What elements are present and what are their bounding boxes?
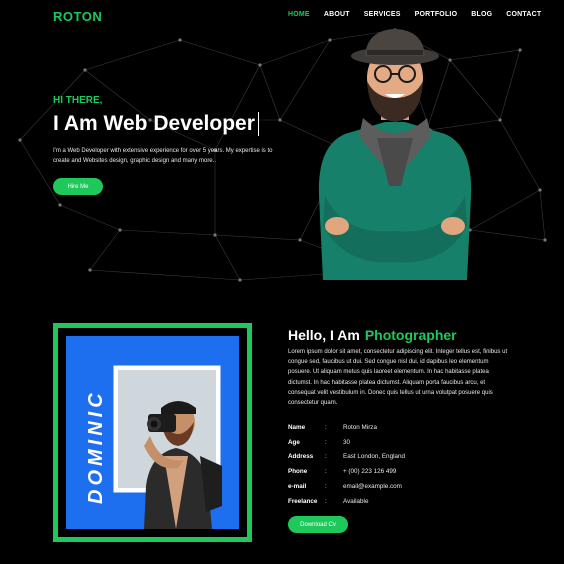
info-label: Age xyxy=(288,438,300,446)
hero-title-text: I Am Web Developer xyxy=(53,112,255,135)
network-line xyxy=(259,64,281,121)
info-colon: : xyxy=(325,438,327,446)
network-node xyxy=(278,118,282,122)
about-heading: Hello, I Am Photographer xyxy=(288,327,457,343)
network-line xyxy=(499,49,521,121)
main-nav: HOME ABOUT SERVICES PORTFOLIO BLOG CONTA… xyxy=(288,11,555,18)
network-line xyxy=(539,189,546,241)
info-value: + (00) 223 126 499 xyxy=(343,468,397,476)
network-node xyxy=(543,238,547,242)
info-table: Name: Roton Mirza Age: 30 Address: East Lon… xyxy=(288,420,405,509)
about-photo-frame: DOMINIC xyxy=(53,323,252,542)
info-row-email: e-mail: email@example.com xyxy=(288,479,405,494)
about-paragraph: Lorem ipsum dolor sit amet, consectetur … xyxy=(288,349,508,407)
info-value: 30 xyxy=(343,438,351,446)
info-label: Name xyxy=(288,423,306,431)
network-node xyxy=(88,268,92,272)
network-node xyxy=(83,68,87,72)
network-line xyxy=(179,39,261,66)
info-row-age: Age: 30 xyxy=(288,435,405,450)
network-line xyxy=(89,229,121,271)
about-heading-prefix: Hello, I Am xyxy=(288,327,360,343)
info-value: Available xyxy=(343,497,369,505)
network-line xyxy=(119,229,216,236)
hire-me-button[interactable]: Hire Me xyxy=(53,178,103,195)
info-value: email@example.com xyxy=(343,483,402,491)
network-node xyxy=(498,118,502,122)
nav-item-contact[interactable]: CONTACT xyxy=(506,11,541,18)
hero-kicker: HI THERE, xyxy=(53,95,103,106)
network-node xyxy=(178,38,182,42)
network-node xyxy=(518,48,522,52)
info-colon: : xyxy=(325,483,327,491)
info-row-phone: Phone: + (00) 223 126 499 xyxy=(288,464,405,479)
site-logo[interactable]: ROTON xyxy=(53,9,102,24)
network-node xyxy=(298,238,302,242)
info-value: Roton Mirza xyxy=(343,423,377,431)
network-line xyxy=(214,64,261,151)
nav-item-home[interactable]: HOME xyxy=(288,11,310,18)
network-line xyxy=(214,234,241,281)
network-line xyxy=(84,39,181,71)
photographer-image: DOMINIC xyxy=(85,365,222,529)
network-line xyxy=(59,204,121,231)
info-colon: : xyxy=(325,468,327,476)
download-cv-button[interactable]: Download Cv xyxy=(288,516,348,533)
network-node xyxy=(213,233,217,237)
photo-caption-dominic: DOMINIC xyxy=(85,389,107,504)
network-node xyxy=(538,188,542,192)
network-line xyxy=(214,234,301,241)
info-colon: : xyxy=(325,423,327,431)
info-row-name: Name: Roton Mirza xyxy=(288,420,405,435)
network-node xyxy=(118,228,122,232)
info-row-freelance: Freelance: Available xyxy=(288,494,405,509)
network-node xyxy=(238,278,242,282)
info-label: Freelance xyxy=(288,497,318,505)
about-heading-accent: Photographer xyxy=(364,327,457,343)
network-node xyxy=(58,203,62,207)
typing-caret xyxy=(257,112,259,137)
info-value: East London, England xyxy=(343,453,405,461)
network-node xyxy=(18,138,22,142)
nav-item-blog[interactable]: BLOG xyxy=(471,11,492,18)
nav-item-services[interactable]: SERVICES xyxy=(364,11,401,18)
info-label: Phone xyxy=(288,468,308,476)
info-colon: : xyxy=(325,497,327,505)
hero-person-image xyxy=(318,29,472,280)
nav-item-about[interactable]: ABOUT xyxy=(324,11,350,18)
network-line xyxy=(89,269,241,281)
info-row-address: Address: East London, England xyxy=(288,450,405,465)
about-photo: DOMINIC xyxy=(66,336,239,529)
hero-description: I'm a Web Developer with extensive exper… xyxy=(53,148,273,164)
info-colon: : xyxy=(325,453,327,461)
hero-title: I Am Web Developer xyxy=(53,112,259,137)
info-label: Address xyxy=(288,453,314,461)
info-label: e-mail xyxy=(288,483,307,491)
network-node xyxy=(258,63,262,67)
network-line xyxy=(499,119,541,191)
nav-item-portfolio[interactable]: PORTFOLIO xyxy=(415,11,458,18)
